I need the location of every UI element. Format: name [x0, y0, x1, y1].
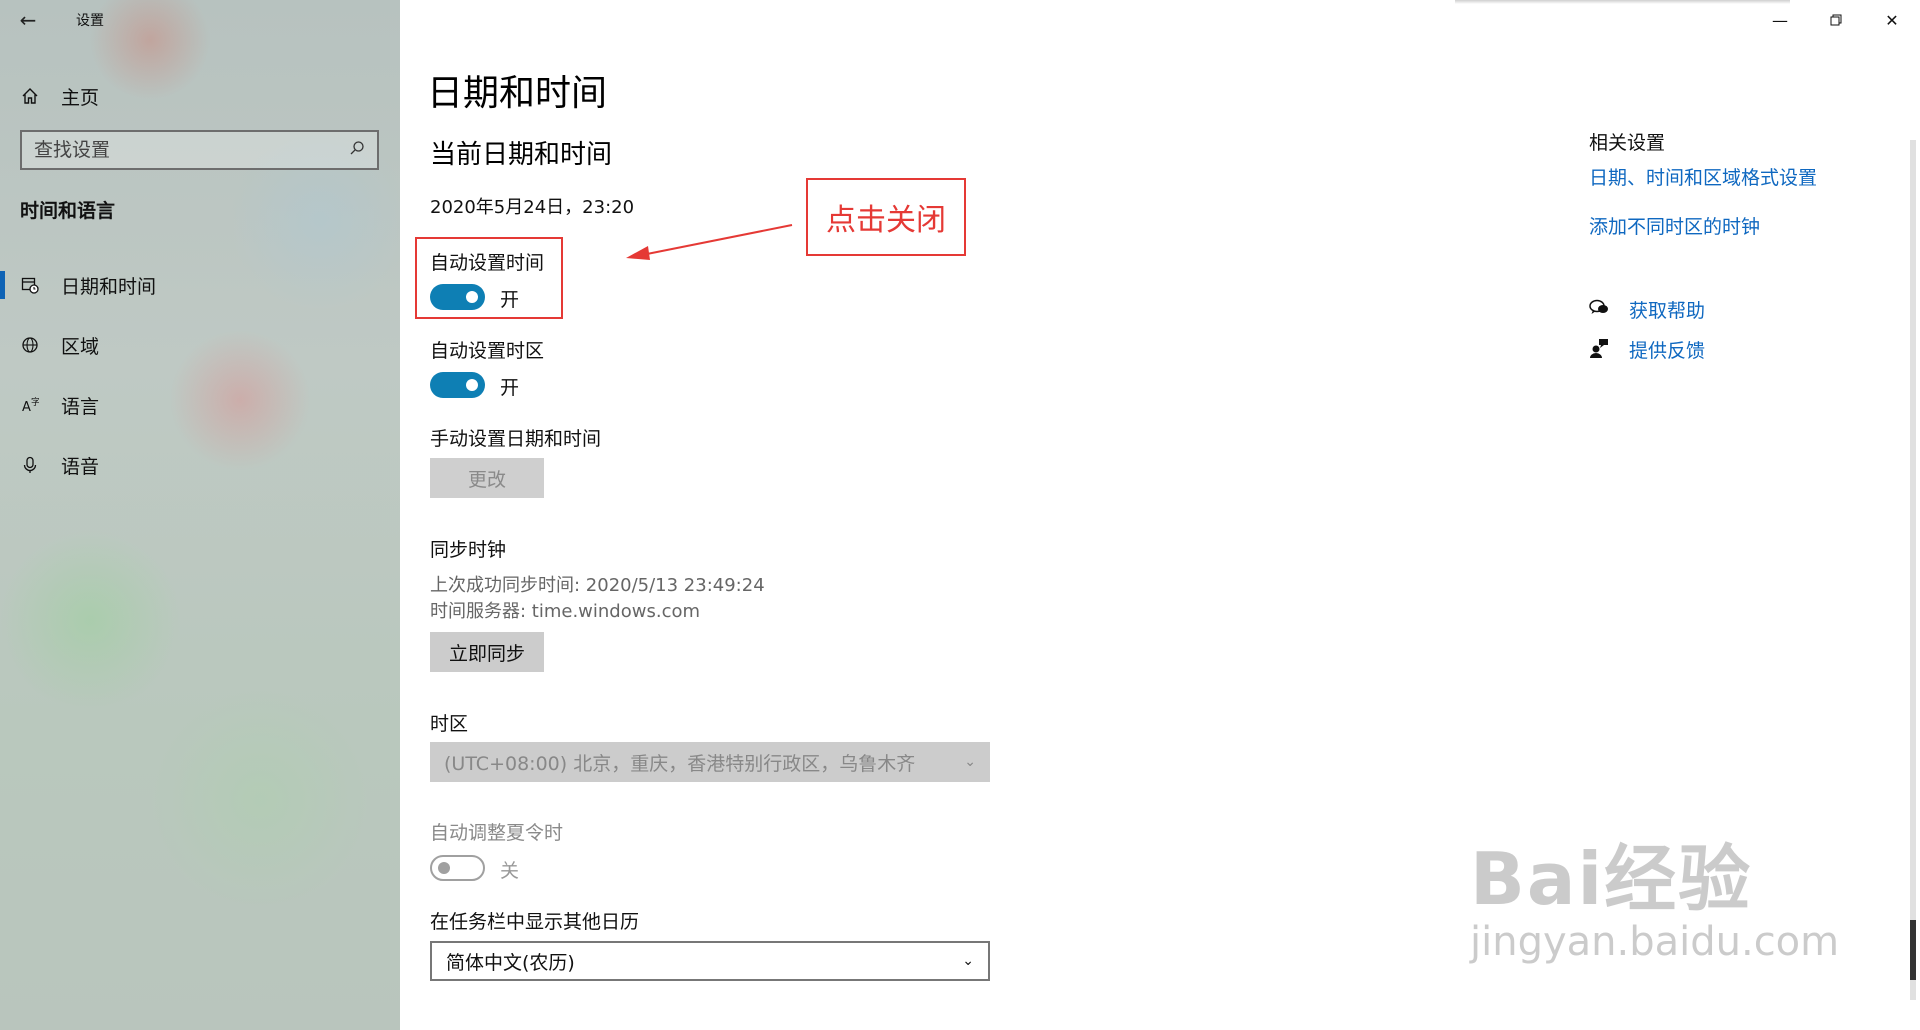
window-controls: — ✕ — [1752, 0, 1920, 40]
nav-list: 日期和时间 区域 A字 语言 语音 — [0, 255, 400, 495]
watermark-brand: Bai经验 — [1470, 837, 1753, 921]
current-datetime: 2020年5月24日，23:20 — [430, 197, 635, 218]
dst-label: 自动调整夏令时 — [430, 822, 564, 844]
home-icon — [21, 87, 39, 105]
sidebar-item-label: 语音 — [61, 455, 100, 478]
calendar-select[interactable]: 简体中文(农历) ⌄ — [430, 941, 990, 981]
auto-time-state: 开 — [500, 289, 520, 311]
get-help-link[interactable]: 获取帮助 — [1589, 296, 1705, 323]
sync-label: 同步时钟 — [430, 539, 507, 561]
sidebar-item-label: 区域 — [61, 335, 100, 358]
restore-button[interactable] — [1808, 0, 1864, 40]
close-button[interactable]: ✕ — [1864, 0, 1920, 40]
watermark-domain: jingyan.baidu.com — [1470, 919, 1840, 965]
feedback-icon — [1589, 338, 1609, 362]
change-button[interactable]: 更改 — [430, 458, 544, 498]
feedback-label: 提供反馈 — [1629, 340, 1706, 362]
auto-timezone-state: 开 — [500, 377, 520, 399]
link-date-region-format[interactable]: 日期、时间和区域格式设置 — [1589, 163, 1817, 190]
top-shadow — [1455, 0, 1790, 4]
calendar-clock-icon — [21, 276, 39, 294]
back-button[interactable]: ← — [0, 0, 56, 40]
annotation-label: 点击关闭 — [806, 178, 966, 256]
globe-icon — [21, 336, 39, 354]
nav-home-label: 主页 — [61, 86, 100, 109]
sync-now-button[interactable]: 立即同步 — [430, 632, 544, 672]
back-arrow-icon: ← — [19, 8, 37, 32]
timezone-value: (UTC+08:00) 北京，重庆，香港特别行政区，乌鲁木齐 — [444, 752, 916, 775]
sidebar-item-speech[interactable]: 语音 — [0, 435, 400, 495]
timezone-select[interactable]: (UTC+08:00) 北京，重庆，香港特别行政区，乌鲁木齐 ⌄ — [430, 742, 990, 782]
search-box[interactable] — [20, 130, 379, 170]
title-bar: ← 设置 — [0, 0, 400, 40]
svg-text:字: 字 — [31, 396, 39, 408]
chevron-down-icon: ⌄ — [964, 754, 976, 770]
timezone-label: 时区 — [430, 713, 469, 735]
annotation-arrow — [626, 224, 793, 260]
app-title: 设置 — [76, 13, 104, 29]
chat-help-icon — [1589, 299, 1609, 321]
page-title: 日期和时间 — [427, 73, 608, 114]
minimize-icon: — — [1772, 10, 1788, 30]
feedback-link[interactable]: 提供反馈 — [1589, 336, 1705, 363]
scrollbar-thumb[interactable] — [1910, 920, 1916, 980]
auto-time-toggle[interactable] — [430, 284, 485, 310]
main-content: — ✕ 日期和时间 当前日期和时间 2020年5月24日，23:20 自动设置时… — [400, 0, 1920, 1030]
toggle-knob — [466, 379, 478, 391]
sidebar-item-region[interactable]: 区域 — [0, 315, 400, 375]
toggle-knob — [438, 862, 450, 874]
search-input[interactable] — [34, 139, 334, 161]
chevron-down-icon: ⌄ — [962, 953, 974, 969]
restore-icon — [1830, 11, 1842, 30]
dst-toggle[interactable] — [430, 855, 485, 881]
auto-timezone-toggle[interactable] — [430, 372, 485, 398]
get-help-label: 获取帮助 — [1629, 300, 1706, 322]
calendar-label: 在任务栏中显示其他日历 — [430, 911, 640, 933]
svg-text:A: A — [22, 400, 31, 414]
calendar-value: 简体中文(农历) — [446, 951, 575, 974]
last-sync-text: 上次成功同步时间: 2020/5/13 23:49:24 — [430, 575, 765, 596]
time-server-text: 时间服务器: time.windows.com — [430, 601, 701, 622]
dst-state: 关 — [500, 860, 520, 882]
section-title: 当前日期和时间 — [430, 140, 613, 170]
auto-timezone-label: 自动设置时区 — [430, 340, 545, 362]
scrollbar-track[interactable] — [1910, 140, 1916, 1000]
manual-label: 手动设置日期和时间 — [430, 428, 602, 450]
sidebar-item-label: 语言 — [61, 395, 100, 418]
toggle-knob — [466, 291, 478, 303]
sidebar-item-date-time[interactable]: 日期和时间 — [0, 255, 400, 315]
minimize-button[interactable]: — — [1752, 0, 1808, 40]
related-settings-title: 相关设置 — [1589, 132, 1666, 154]
auto-time-label: 自动设置时间 — [430, 252, 545, 274]
watermark: Bai经验 jingyan.baidu.com — [1470, 820, 1839, 965]
sidebar-item-language[interactable]: A字 语言 — [0, 375, 400, 435]
nav-home[interactable]: 主页 — [0, 74, 400, 118]
sidebar: ← 设置 主页 时间和语言 日期和时间 区域 A字 — [0, 0, 400, 1030]
close-icon: ✕ — [1885, 10, 1899, 30]
section-heading: 时间和语言 — [20, 200, 116, 222]
sidebar-item-label: 日期和时间 — [61, 275, 157, 298]
search-icon[interactable] — [349, 140, 365, 160]
language-icon: A字 — [21, 396, 39, 414]
link-add-clocks[interactable]: 添加不同时区的时钟 — [1589, 212, 1760, 239]
microphone-icon — [21, 456, 39, 474]
